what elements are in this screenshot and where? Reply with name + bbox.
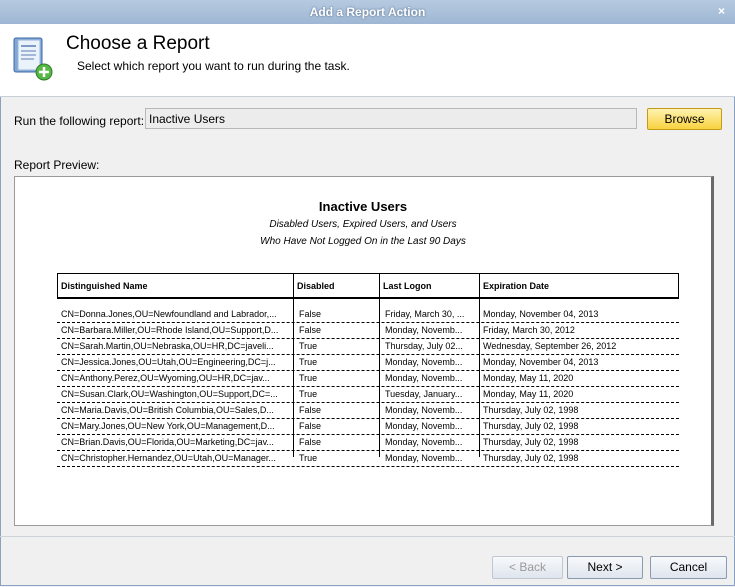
table-cell: CN=Jessica.Jones,OU=Utah,OU=Engineering,… (61, 357, 276, 367)
report-preview-pane[interactable]: Inactive Users Disabled Users, Expired U… (14, 176, 714, 526)
column-header-disabled: Disabled (294, 274, 380, 298)
page-title: Choose a Report (66, 33, 210, 54)
back-button[interactable]: < Back (492, 556, 563, 579)
table-row: CN=Susan.Clark,OU=Washington,OU=Support,… (57, 387, 679, 403)
report-name-field: Inactive Users (145, 108, 637, 129)
table-row: CN=Jessica.Jones,OU=Utah,OU=Engineering,… (57, 355, 679, 371)
table-cell: CN=Brian.Davis,OU=Florida,OU=Marketing,D… (61, 437, 274, 447)
table-row: CN=Christopher.Hernandez,OU=Utah,OU=Mana… (57, 451, 679, 467)
report-table-header: Distinguished Name Disabled Last Logon E… (57, 273, 679, 299)
report-book-icon (13, 37, 53, 81)
table-cell: False (299, 325, 322, 335)
table-cell: Thursday, July 02, 1998 (483, 453, 579, 463)
report-subtitle-line1: Disabled Users, Expired Users, and Users (269, 219, 457, 230)
table-cell: False (299, 437, 322, 447)
report-preview-label: Report Preview: (14, 158, 100, 172)
table-cell: Tuesday, January... (385, 389, 463, 399)
report-table-body: CN=Donna.Jones,OU=Newfoundland and Labra… (57, 307, 679, 467)
column-header-expiration-date: Expiration Date (483, 281, 550, 291)
column-divider (379, 299, 380, 457)
table-cell: Monday, Novemb... (385, 325, 463, 335)
table-cell: False (299, 405, 322, 415)
table-cell: Monday, Novemb... (385, 405, 463, 415)
page-subtitle: Select which report you want to run duri… (77, 59, 350, 73)
table-cell: CN=Maria.Davis,OU=British Columbia,OU=Sa… (61, 405, 274, 415)
table-row: CN=Sarah.Martin,OU=Nebraska,OU=HR,DC=jav… (57, 339, 679, 355)
table-cell: Thursday, July 02, 1998 (483, 421, 579, 431)
report-title: Inactive Users (318, 199, 408, 214)
table-row: CN=Mary.Jones,OU=New York,OU=Management,… (57, 419, 679, 435)
table-cell: Thursday, July 02... (385, 341, 463, 351)
column-divider (479, 299, 480, 457)
title-bar: Add a Report Action × (0, 0, 735, 25)
table-cell: False (299, 309, 322, 319)
table-cell: CN=Susan.Clark,OU=Washington,OU=Support,… (61, 389, 278, 399)
table-cell: Monday, November 04, 2013 (483, 309, 599, 319)
window-title: Add a Report Action (309, 5, 426, 19)
table-cell: True (299, 373, 318, 383)
table-cell: CN=Barbara.Miller,OU=Rhode Island,OU=Sup… (61, 325, 279, 335)
column-divider (293, 299, 294, 457)
table-row: CN=Barbara.Miller,OU=Rhode Island,OU=Sup… (57, 323, 679, 339)
table-cell: Monday, May 11, 2020 (483, 389, 574, 399)
table-cell: Wednesday, September 26, 2012 (483, 341, 617, 351)
browse-button[interactable]: Browse (647, 108, 722, 130)
table-row: CN=Donna.Jones,OU=Newfoundland and Labra… (57, 307, 679, 323)
table-cell: Monday, Novemb... (385, 421, 463, 431)
cancel-button[interactable]: Cancel (650, 556, 727, 579)
table-cell: CN=Anthony.Perez,OU=Wyoming,OU=HR,DC=jav… (61, 373, 270, 383)
column-header-last-logon: Last Logon (380, 274, 480, 298)
table-cell: Monday, November 04, 2013 (483, 357, 599, 367)
column-header-distinguished-name: Distinguished Name (58, 274, 294, 298)
table-cell: True (299, 341, 318, 351)
table-cell: Monday, Novemb... (385, 373, 463, 383)
table-cell: True (299, 357, 318, 367)
table-cell: CN=Christopher.Hernandez,OU=Utah,OU=Mana… (61, 453, 276, 463)
table-cell: True (299, 389, 318, 399)
table-cell: Monday, Novemb... (385, 357, 463, 367)
table-row: CN=Brian.Davis,OU=Florida,OU=Marketing,D… (57, 435, 679, 451)
table-cell: Monday, Novemb... (385, 453, 463, 463)
table-cell: CN=Sarah.Martin,OU=Nebraska,OU=HR,DC=jav… (61, 341, 274, 351)
table-cell: True (299, 453, 318, 463)
run-report-label: Run the following report: (14, 114, 145, 128)
table-cell: False (299, 421, 322, 431)
table-cell: Friday, March 30, 2012 (483, 325, 575, 335)
table-row: CN=Anthony.Perez,OU=Wyoming,OU=HR,DC=jav… (57, 371, 679, 387)
table-cell: Monday, Novemb... (385, 437, 463, 447)
table-cell: CN=Mary.Jones,OU=New York,OU=Management,… (61, 421, 275, 431)
table-cell: Friday, March 30, ... (385, 309, 465, 319)
close-icon[interactable]: × (718, 4, 725, 18)
report-table: Distinguished Name Disabled Last Logon E… (57, 273, 679, 467)
table-cell: Thursday, July 02, 1998 (483, 437, 579, 447)
table-cell: Thursday, July 02, 1998 (483, 405, 579, 415)
table-cell: Monday, May 11, 2020 (483, 373, 574, 383)
table-row: CN=Maria.Davis,OU=British Columbia,OU=Sa… (57, 403, 679, 419)
report-subtitle-line2: Who Have Not Logged On in the Last 90 Da… (260, 236, 466, 247)
table-spacer (57, 299, 679, 307)
table-cell: CN=Donna.Jones,OU=Newfoundland and Labra… (61, 309, 277, 319)
next-button[interactable]: Next > (567, 556, 643, 579)
footer-separator (0, 536, 735, 537)
